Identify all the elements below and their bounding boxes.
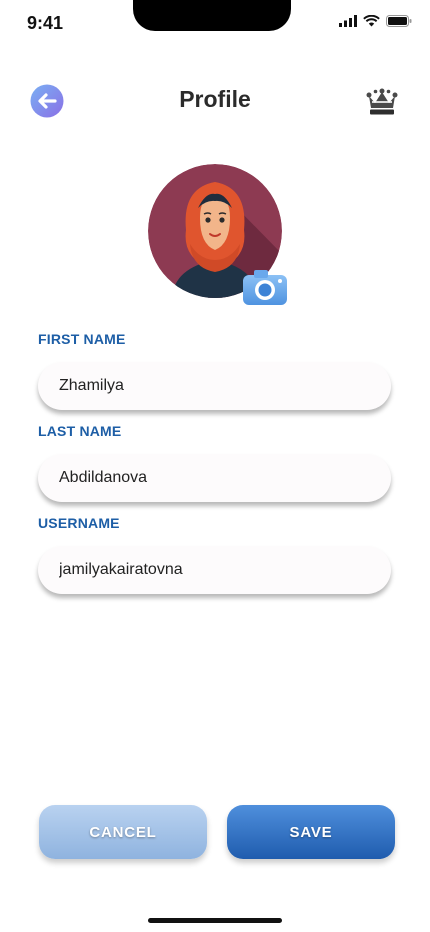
battery-icon — [386, 15, 412, 27]
save-button[interactable]: SAVE — [227, 805, 395, 859]
status-bar: 9:41 — [0, 0, 430, 50]
last-name-field-container — [38, 454, 391, 502]
cancel-button[interactable]: CANCEL — [39, 805, 207, 859]
device-notch — [133, 0, 291, 31]
crown-icon[interactable] — [366, 86, 398, 116]
home-indicator[interactable] — [148, 918, 282, 923]
username-input[interactable] — [38, 546, 359, 594]
username-label: USERNAME — [38, 515, 120, 531]
first-name-input[interactable] — [38, 362, 359, 410]
status-time: 9:41 — [27, 13, 64, 33]
first-name-field-container — [38, 362, 391, 410]
wifi-icon — [363, 15, 380, 27]
camera-icon[interactable] — [242, 268, 288, 306]
first-name-label: FIRST NAME — [38, 331, 126, 347]
cellular-signal-icon — [339, 15, 357, 27]
username-field-container — [38, 546, 391, 594]
status-icons — [339, 15, 412, 27]
last-name-input[interactable] — [38, 454, 359, 502]
last-name-label: LAST NAME — [38, 423, 122, 439]
